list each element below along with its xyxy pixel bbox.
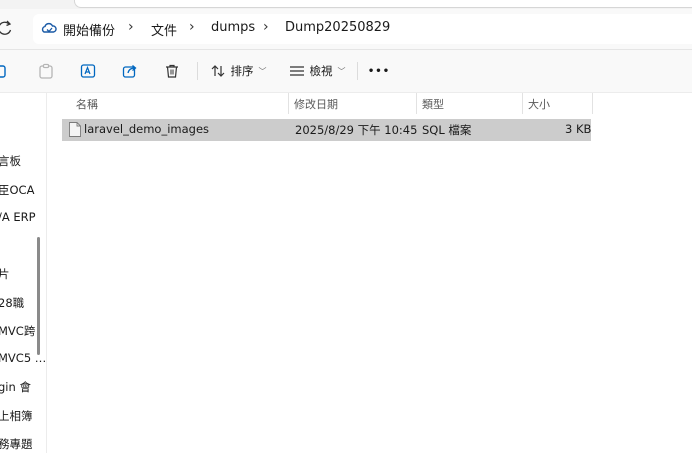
cloud-sync-icon [41, 22, 57, 33]
copy-icon [0, 65, 6, 78]
column-header-type[interactable]: 類型 [422, 93, 522, 115]
sidebar-item[interactable]: 言板 [0, 153, 21, 169]
breadcrumb-item-current-folder[interactable]: Dump20250829 [285, 20, 390, 35]
file-size: 3 KB [565, 122, 592, 136]
table-row[interactable]: laravel_demo_images 2025/8/29 下午 10:45 S… [62, 119, 591, 141]
sidebar-item[interactable]: MVC跨 [0, 323, 35, 339]
breadcrumb-item-backup[interactable]: 開始備份 [63, 20, 115, 39]
sort-icon [211, 65, 224, 77]
sidebar-item[interactable]: 上相簿 [0, 408, 33, 424]
share-button[interactable] [120, 59, 140, 83]
file-list: 名稱 ︿ 修改日期 類型 大小 laravel_demo_images 2025… [47, 93, 692, 453]
file-type: SQL 檔案 [422, 123, 472, 137]
toolbar-divider [197, 62, 198, 80]
sidebar-item[interactable]: /A ERP [0, 210, 36, 224]
rename-icon [80, 64, 96, 78]
sort-label: 排序 [230, 64, 254, 78]
view-list-icon [289, 66, 304, 76]
share-icon [122, 65, 137, 78]
toolbar-divider [357, 62, 358, 80]
paste-icon [39, 63, 53, 79]
address-bar: 開始備份 › 文件 › dumps › Dump20250829 [0, 9, 692, 50]
column-divider[interactable] [288, 93, 289, 114]
refresh-icon[interactable] [0, 19, 14, 37]
column-header-modified-label: 修改日期 [294, 98, 338, 111]
chevron-down-icon: ﹀ [337, 66, 346, 76]
breadcrumb-separator[interactable]: › [189, 19, 195, 35]
column-header-name[interactable]: 名稱 ︿ [76, 93, 286, 115]
more-options-icon: ••• [367, 65, 391, 77]
file-name: laravel_demo_images [84, 122, 210, 136]
more-options-button[interactable]: ••• [367, 59, 391, 83]
column-divider[interactable] [522, 93, 523, 114]
tab-edge [74, 0, 692, 8]
breadcrumb-separator[interactable]: › [128, 19, 134, 35]
file-icon [69, 122, 81, 137]
rename-button[interactable] [78, 59, 98, 83]
sidebar-item[interactable]: 務專題 [0, 436, 33, 452]
copy-button[interactable] [0, 59, 14, 83]
column-header-size-label: 大小 [528, 98, 550, 111]
sort-button[interactable]: 排序 ﹀ [208, 59, 268, 83]
sidebar-item[interactable]: 28職 [0, 295, 24, 311]
column-divider[interactable] [592, 93, 593, 114]
view-button[interactable]: 檢視 ﹀ [287, 59, 347, 83]
sidebar-item[interactable]: gin 會 [0, 379, 31, 395]
sidebar-scrollbar[interactable] [37, 237, 40, 355]
window-top-strip [0, 0, 692, 9]
column-header-type-label: 類型 [422, 98, 444, 111]
sidebar-item[interactable]: 臣OCA [0, 182, 34, 198]
breadcrumb-item-documents[interactable]: 文件 [151, 20, 177, 39]
chevron-down-icon: ﹀ [258, 66, 267, 76]
sidebar-item[interactable]: 片 [0, 266, 10, 282]
view-label: 檢視 [309, 64, 333, 78]
command-bar: 排序 ﹀ 檢視 ﹀ ••• [0, 50, 692, 93]
file-modified: 2025/8/29 下午 10:45 [295, 123, 418, 137]
breadcrumb-item-dumps[interactable]: dumps [211, 20, 255, 35]
navigation-pane: 言板 臣OCA /A ERP 片 28職 MVC跨 MVC5 … gin 會 上… [0, 93, 47, 453]
column-header-size[interactable]: 大小 [528, 93, 588, 115]
breadcrumb[interactable]: 開始備份 › 文件 › dumps › Dump20250829 [33, 14, 692, 44]
column-header-modified[interactable]: 修改日期 [294, 93, 414, 115]
breadcrumb-separator[interactable]: › [263, 19, 269, 35]
delete-button[interactable] [162, 59, 182, 83]
paste-button[interactable] [36, 59, 56, 83]
trash-icon [166, 64, 178, 78]
sort-ascending-icon: ︿ [76, 99, 86, 109]
column-divider[interactable] [416, 93, 417, 114]
